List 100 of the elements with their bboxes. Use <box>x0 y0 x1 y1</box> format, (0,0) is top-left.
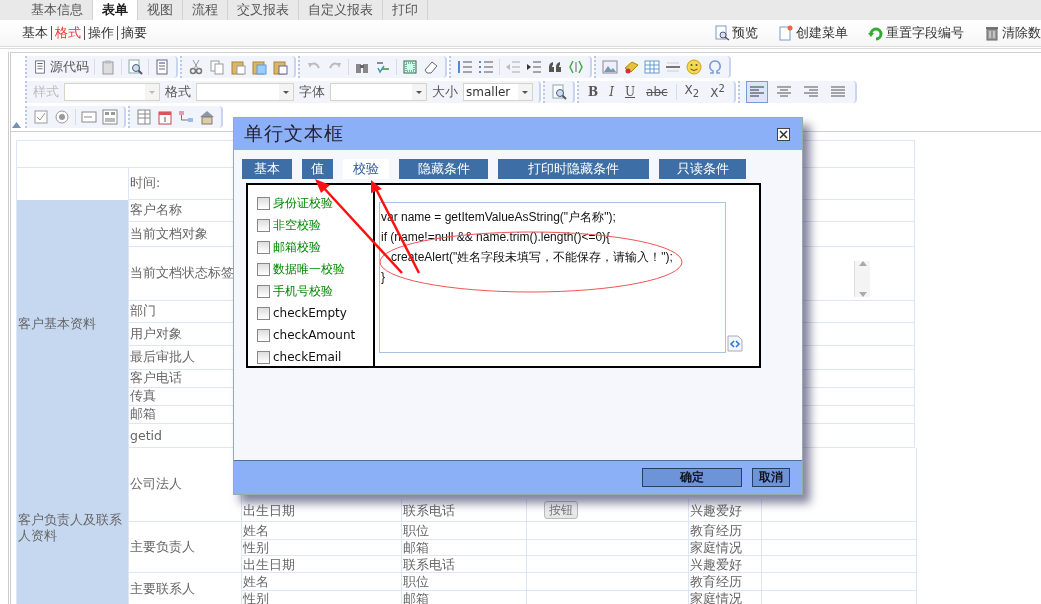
dropdown-label: 格式 <box>165 82 191 101</box>
align-left-button[interactable] <box>745 80 768 103</box>
document-icon <box>33 59 47 74</box>
format-button[interactable]: I <box>606 84 617 99</box>
bracket-icon[interactable] <box>568 58 584 75</box>
collapse-icon[interactable] <box>12 122 21 128</box>
checkbox-option[interactable]: 邮箱校验 <box>257 236 373 258</box>
dropdown-field[interactable] <box>64 82 160 101</box>
field-label: 时间: <box>130 175 161 192</box>
toolbar-action[interactable]: 重置字段编号 <box>868 24 964 42</box>
dialog-tab[interactable]: 基本 <box>242 159 292 179</box>
checkbox[interactable] <box>257 350 270 364</box>
dialog-tab[interactable]: 隐藏条件 <box>399 159 488 179</box>
document-icon[interactable] <box>154 58 170 75</box>
bullet-list-icon[interactable] <box>478 58 494 75</box>
checkbox-icon[interactable] <box>33 108 49 125</box>
align-right-icon <box>802 83 819 100</box>
clipboard-icon[interactable] <box>272 58 288 75</box>
dialog-tab[interactable]: 校验 <box>343 159 389 179</box>
checkbox[interactable] <box>257 284 270 298</box>
nav-tab[interactable]: 表单 <box>93 0 138 20</box>
format-button[interactable]: X$_{2}$ <box>681 83 703 100</box>
field-label: 主要联系人 <box>130 581 195 598</box>
format-button[interactable]: X$^{2}$ <box>707 83 728 100</box>
checkbox-option[interactable]: 手机号校验 <box>257 280 373 302</box>
dialog-button[interactable]: 确定 <box>642 468 742 487</box>
copy-icon[interactable] <box>209 58 225 75</box>
form-grid-icon[interactable] <box>136 108 152 125</box>
tree-diagram-icon[interactable] <box>178 108 194 125</box>
code-icon[interactable] <box>727 335 743 352</box>
indent-icon[interactable] <box>526 58 542 75</box>
text-field-icon[interactable] <box>81 108 97 125</box>
dialog-button[interactable]: 取消 <box>752 468 790 487</box>
dropdown-field[interactable] <box>196 82 294 101</box>
field-label: 职位 <box>401 522 526 539</box>
dropdown-field[interactable]: smaller <box>463 82 533 101</box>
dialog-tab[interactable]: 打印时隐藏条件 <box>498 159 649 179</box>
checkbox-option[interactable]: 身份证校验 <box>257 192 373 214</box>
field-label: 联系电话 <box>401 499 526 521</box>
sub-tab[interactable]: 基本 <box>22 26 51 40</box>
close-icon[interactable] <box>777 127 790 141</box>
field-label: 邮箱 <box>401 590 526 604</box>
house-icon[interactable] <box>199 108 215 125</box>
table-icon[interactable] <box>644 58 660 75</box>
field-label: 邮箱 <box>130 406 156 423</box>
dialog-tab[interactable]: 值 <box>302 159 333 179</box>
toolbar-action[interactable]: 清除数 <box>984 24 1041 42</box>
clipboard-icon[interactable] <box>230 58 246 75</box>
format-button[interactable]: abc <box>643 84 671 99</box>
clipboard-icon[interactable] <box>100 58 116 75</box>
checkbox[interactable] <box>257 240 270 254</box>
toolbar-action[interactable]: 预览 <box>714 24 758 42</box>
format-button[interactable]: B <box>585 84 602 99</box>
checkbox-option[interactable]: 非空校验 <box>257 214 373 236</box>
scrollbar[interactable] <box>854 261 870 297</box>
numbered-list-icon[interactable] <box>457 58 473 75</box>
form-button[interactable]: 按钮 <box>544 501 578 519</box>
field-label: 客户名称 <box>130 202 182 219</box>
field-label: 性别 <box>242 539 270 556</box>
caret-icon <box>412 83 426 100</box>
dropdown-field[interactable] <box>330 82 427 101</box>
checkbox[interactable] <box>257 218 270 232</box>
field-label: 兴趣爱好 <box>688 499 761 521</box>
group-label: 客户负责人及联系人资料 <box>17 448 128 604</box>
checkbox[interactable] <box>257 328 270 342</box>
list-box-icon[interactable] <box>102 108 118 125</box>
sub-tab[interactable]: 摘要 <box>117 26 150 40</box>
outdent-icon[interactable] <box>505 58 521 75</box>
smiley-icon[interactable] <box>686 58 702 75</box>
dropdown-label: 样式 <box>33 82 59 101</box>
checkbox[interactable] <box>257 196 270 210</box>
checkbox-option[interactable]: 数据唯一校验 <box>257 258 373 280</box>
checkbox-option[interactable]: checkAmount <box>257 324 373 346</box>
checkbox[interactable] <box>257 262 270 276</box>
scroll-up-icon[interactable] <box>858 261 867 266</box>
page-magnifier-icon[interactable] <box>127 58 143 75</box>
checkbox[interactable] <box>257 306 270 320</box>
format-button[interactable]: U <box>621 84 639 99</box>
field-label: getid <box>130 428 162 443</box>
dialog-tab[interactable]: 只读条件 <box>659 159 746 179</box>
field-label: 公司法人 <box>130 476 182 493</box>
select-all-icon[interactable] <box>402 58 418 75</box>
sub-tab[interactable]: 操作 <box>84 26 117 40</box>
checkbox-option[interactable]: checkEmail <box>257 346 373 368</box>
calendar-icon[interactable] <box>157 108 173 125</box>
sub-tab[interactable]: 格式 <box>51 26 84 40</box>
scissors-icon[interactable] <box>188 58 204 75</box>
radio-icon[interactable] <box>54 108 70 125</box>
field-label: 主要负责人 <box>130 538 195 556</box>
field-label: 职位 <box>401 573 526 590</box>
image-icon[interactable] <box>602 58 618 75</box>
field-label: 教育经历 <box>688 573 761 590</box>
checkbox-option[interactable]: checkEmpty <box>257 302 373 324</box>
clipboard-icon[interactable] <box>251 58 267 75</box>
refresh-icon <box>868 25 884 41</box>
field-label: 出生日期 <box>242 501 296 520</box>
omega-icon[interactable] <box>707 58 723 75</box>
scroll-down-icon[interactable] <box>858 292 867 297</box>
toolbar-action[interactable]: 创建菜单 <box>778 24 848 42</box>
page-magnifier-icon[interactable] <box>551 83 567 100</box>
